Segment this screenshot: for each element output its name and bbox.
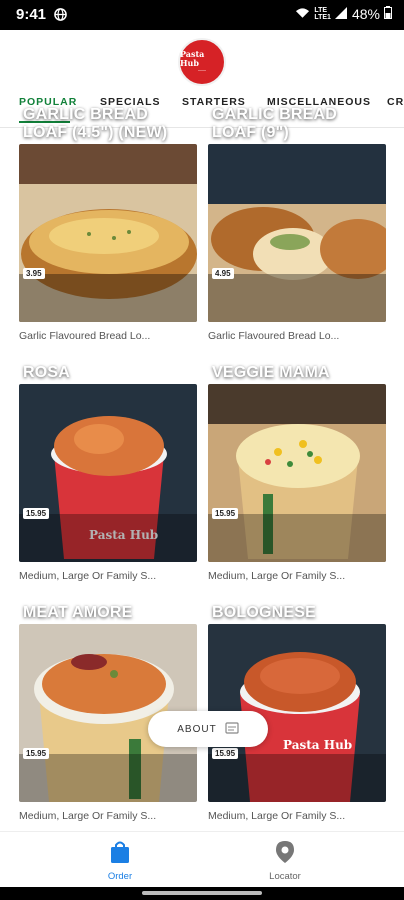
system-icons: LTE LTE1 48% [295, 6, 392, 22]
price-badge: 3.95 [23, 268, 45, 279]
item-description: Medium, Large Or Family S... [208, 570, 346, 582]
about-button[interactable]: ABOUT [148, 711, 268, 747]
battery-icon [384, 6, 392, 22]
nav-locator-label: Locator [269, 871, 301, 882]
price-badge: 15.95 [23, 508, 50, 519]
price-badge: 15.95 [212, 508, 239, 519]
status-time: 9:41 [16, 6, 47, 23]
location-pin-icon [275, 841, 295, 867]
shopping-bag-icon [109, 841, 131, 867]
status-bar: 9:41 LTE LTE1 48% [0, 0, 404, 30]
nav-order-label: Order [107, 871, 133, 882]
about-label: ABOUT [177, 723, 217, 735]
item-description: Medium, Large Or Family S... [208, 810, 346, 822]
garlic-bread-image [19, 144, 197, 322]
item-title: ROSA [23, 364, 71, 381]
wifi-icon [295, 6, 310, 22]
price-badge: 15.95 [23, 748, 50, 759]
item-title: GARLIC BREAD LOAF (4.5") (NEW) [23, 106, 168, 141]
globe-icon [54, 8, 67, 26]
garlic-bread-9-image [208, 144, 386, 322]
home-indicator[interactable] [142, 891, 262, 895]
bottom-navigation: Order Locator [0, 831, 404, 887]
signal-icon [334, 6, 348, 22]
item-title: BOLOGNESE [212, 604, 317, 621]
item-description: Medium, Large Or Family S... [19, 810, 157, 822]
veggie-mama-image [208, 384, 386, 562]
network-type: LTE LTE1 [314, 7, 331, 21]
svg-text:Pasta Hub: Pasta Hub [283, 738, 352, 752]
price-badge: 15.95 [212, 748, 239, 759]
nav-locator[interactable]: Locator [245, 840, 325, 882]
item-description: Garlic Flavoured Bread Lo... [208, 330, 340, 342]
battery-percent: 48% [351, 6, 380, 22]
item-title: GARLIC BREAD LOAF (9") [212, 106, 338, 141]
item-description: Garlic Flavoured Bread Lo... [19, 330, 151, 342]
rosa-image: Pasta Hub [19, 384, 197, 562]
gesture-bar [0, 887, 404, 900]
item-title: VEGGIE MAMA [212, 364, 330, 381]
pasta-hub-logo[interactable]: Pasta Hub 〰〰 [178, 38, 226, 86]
item-title: MEAT AMORE [23, 604, 133, 621]
info-card-icon [225, 721, 239, 738]
logo-swirl: 〰〰 [198, 68, 206, 73]
price-badge: 4.95 [212, 268, 234, 279]
tab-cr[interactable]: CR [387, 96, 404, 108]
logo-text: Pasta Hub [180, 49, 205, 68]
nav-order[interactable]: Order [80, 840, 160, 882]
item-description: Medium, Large Or Family S... [19, 570, 157, 582]
